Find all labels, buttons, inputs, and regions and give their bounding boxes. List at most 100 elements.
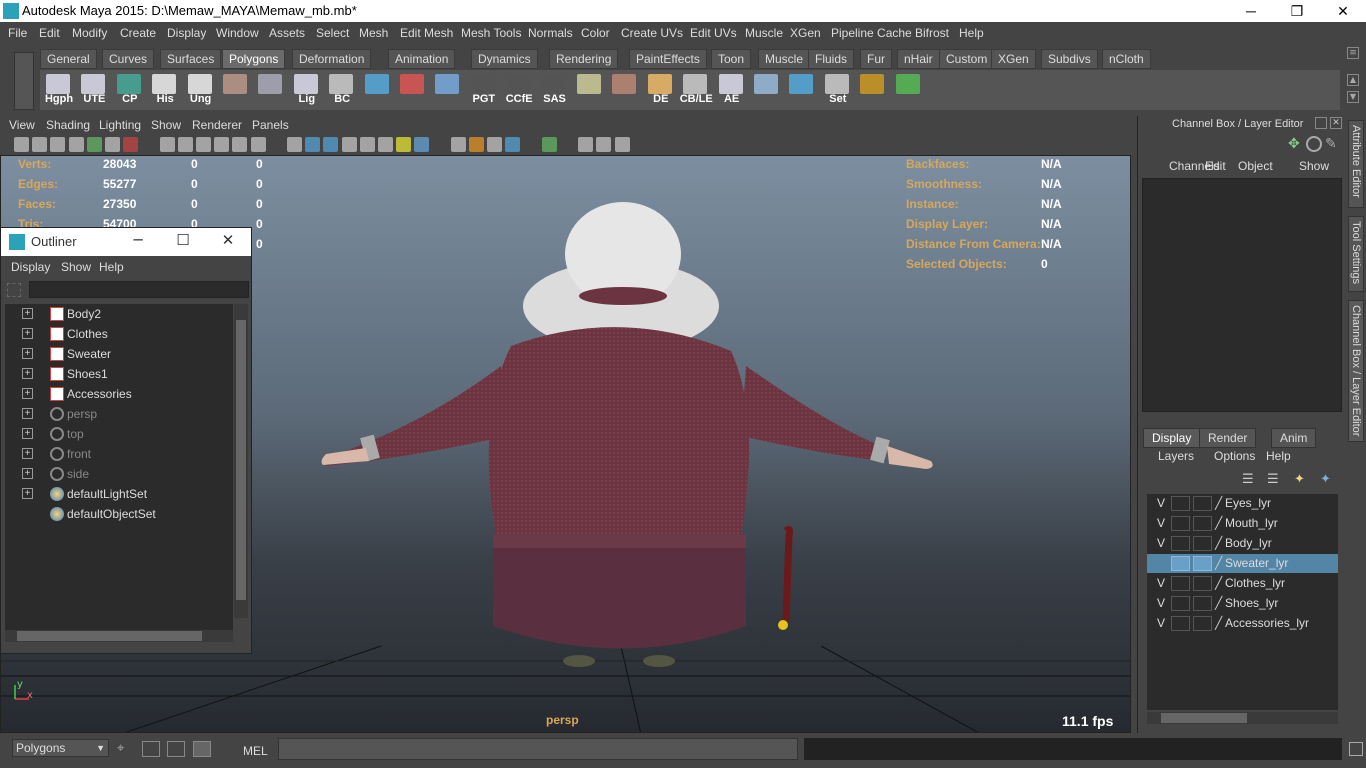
channelbox-menu-object[interactable]: Object [1238,159,1273,173]
shelf-tab-subdivs[interactable]: Subdivs [1041,49,1098,69]
menu-pipeline-cache[interactable]: Pipeline Cache [831,26,912,40]
viewport-tool-icon[interactable] [86,137,102,152]
shelf-scroll[interactable]: ≡ ▲ ▼ [1344,44,1364,112]
layer-display-type-toggle[interactable] [1193,496,1212,511]
layer-row-mouth_lyr[interactable]: V ╱ Mouth_lyr [1147,514,1338,533]
stack-icon[interactable] [193,741,211,757]
script-editor-icon[interactable] [142,741,160,757]
shelf-tool-tool-5[interactable] [219,72,251,108]
shelf-tab-toon[interactable]: Toon [711,49,752,69]
layer-hscrollbar[interactable] [1147,712,1338,724]
layer-playback-toggle[interactable] [1171,516,1190,531]
outliner-menu-show[interactable]: Show [61,260,91,274]
outliner-vscrollbar[interactable] [234,304,248,618]
shelf-down-icon[interactable]: ▼ [1347,91,1359,103]
menu-color[interactable]: Color [581,26,610,40]
layer-playback-toggle[interactable] [1171,576,1190,591]
expand-icon[interactable]: + [22,348,33,359]
create-layer-icon[interactable]: ✦ [1294,472,1305,487]
shelf-tool-his[interactable]: His [148,72,180,108]
viewport-tool-icon[interactable] [578,137,594,152]
viewport-tool-icon[interactable] [505,137,521,152]
shelf-tool-tool-16[interactable] [608,72,640,108]
viewport-tool-icon[interactable] [541,137,557,152]
shelf-menu-icon[interactable]: ≡ [1347,47,1359,59]
outliner-maximize-button[interactable]: ☐ [173,231,193,251]
layer-playback-toggle[interactable] [1171,596,1190,611]
outliner-item-top[interactable]: + top [5,424,233,444]
shelf-tool-lig[interactable]: Lig [290,72,322,108]
viewport-tool-icon[interactable] [50,137,66,152]
hscroll-thumb[interactable] [17,631,202,641]
layer-row-body_lyr[interactable]: V ╱ Body_lyr [1147,534,1338,553]
shelf-tab-muscle[interactable]: Muscle [758,49,811,69]
viewport-tool-icon[interactable] [414,137,430,152]
outliner-menu-help[interactable]: Help [99,260,124,274]
layer-visibility-toggle[interactable]: V [1157,616,1165,630]
close-button[interactable]: ✕ [1320,0,1366,22]
viewport-menu-panels[interactable]: Panels [252,118,289,132]
channel-box-tab[interactable]: Channel Box / Layer Editor [1348,300,1364,442]
viewport-tool-icon[interactable] [123,137,139,152]
outliner-item-body2[interactable]: + Body2 [5,304,233,324]
shelf-tab-curves[interactable]: Curves [102,49,155,69]
filter-icon[interactable] [7,283,21,297]
shelf-tab-general[interactable]: General [40,49,97,69]
outliner-minimize-button[interactable]: ─ [128,231,148,251]
menu-xgen[interactable]: XGen [790,26,821,40]
shelf-tool-tool-15[interactable] [573,72,605,108]
menu-edit-uvs[interactable]: Edit UVs [690,26,737,40]
viewport-tool-icon[interactable] [250,137,266,152]
channelbox-menu-show[interactable]: Show [1299,159,1329,173]
expand-icon[interactable]: + [22,428,33,439]
shelf-tab-fur[interactable]: Fur [860,49,892,69]
layer-playback-toggle[interactable] [1171,556,1190,571]
layer-display-type-toggle[interactable] [1193,576,1212,591]
layer-display-type-toggle[interactable] [1193,596,1212,611]
expand-icon[interactable]: + [22,468,33,479]
layer-display-type-toggle[interactable] [1193,516,1212,531]
layer-playback-toggle[interactable] [1171,536,1190,551]
shelf-tab-polygons[interactable]: Polygons [222,49,286,69]
shelf-tool-ute[interactable]: UTE [77,72,109,108]
shelf-tool-bc[interactable]: BC [325,72,357,108]
shelf-tab-animation[interactable]: Animation [388,49,456,69]
layer-row-shoes_lyr[interactable]: V ╱ Shoes_lyr [1147,594,1338,613]
expand-icon[interactable]: + [22,308,33,319]
layer-tab-render[interactable]: Render [1199,428,1257,448]
viewport-tool-icon[interactable] [105,137,120,152]
layer-row-eyes_lyr[interactable]: V ╱ Eyes_lyr [1147,494,1338,513]
viewport-menu-view[interactable]: View [9,118,35,132]
layer-tab-anim[interactable]: Anim [1271,428,1317,448]
viewport-menu-renderer[interactable]: Renderer [192,118,242,132]
menu-assets[interactable]: Assets [269,26,305,40]
layer-visibility-toggle[interactable]: V [1157,596,1165,610]
outliner-item-shoes1[interactable]: + Shoes1 [5,364,233,384]
menu-mesh[interactable]: Mesh [359,26,388,40]
shelf-tool-sas[interactable]: SAS [538,72,570,108]
outliner-item-side[interactable]: + side [5,464,233,484]
shelf-tool-ccfe[interactable]: CCfE [502,72,534,108]
new-layer-selected-icon[interactable]: ☰ [1267,472,1279,487]
new-layer-icon[interactable]: ☰ [1242,472,1254,487]
viewport-tool-icon[interactable] [305,137,321,152]
close-panel-icon[interactable]: ✕ [1330,117,1342,129]
shelf-tool-cp[interactable]: CP [113,72,145,108]
shelf-tool-tool-10[interactable] [396,72,428,108]
layer-display-type-toggle[interactable] [1193,556,1212,571]
layer-display-type-toggle[interactable] [1193,536,1212,551]
script-language-label[interactable]: MEL [243,744,268,758]
layer-row-accessories_lyr[interactable]: V ╱ Accessories_lyr [1147,614,1338,633]
layer-visibility-toggle[interactable]: V [1157,516,1165,530]
layer-playback-toggle[interactable] [1171,496,1190,511]
viewport-tool-icon[interactable] [287,137,302,152]
create-layer-from-selected-icon[interactable]: ✦ [1320,472,1331,487]
expand-icon[interactable]: + [22,368,33,379]
layer-visibility-toggle[interactable]: V [1157,576,1165,590]
channelbox-menu-edit[interactable]: Edit [1205,159,1226,173]
shelf-tool-tool-20[interactable] [750,72,782,108]
shelf-tab-dynamics[interactable]: Dynamics [471,49,538,69]
viewport-tool-icon[interactable] [232,137,248,152]
viewport-tool-icon[interactable] [177,137,193,152]
outliner-item-persp[interactable]: + persp [5,404,233,424]
